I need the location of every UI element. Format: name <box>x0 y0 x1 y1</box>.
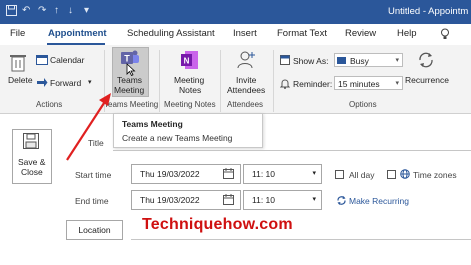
redo-icon[interactable]: ↷ <box>38 5 46 16</box>
lightbulb-icon[interactable] <box>440 28 450 43</box>
watermark: Techniquehow.com <box>142 216 293 233</box>
tab-insert[interactable]: Insert <box>233 28 257 39</box>
title-bar: ↶ ↷ ↑ ↓ ▾ Untitled - Appointm <box>0 0 471 24</box>
tooltip-description: Create a new Teams Meeting <box>122 133 233 143</box>
start-time-field[interactable]: 11: 10 ▾ <box>243 164 322 184</box>
make-recurring-icon <box>336 195 347 208</box>
start-time-label: Start time <box>75 170 112 180</box>
down-arrow-icon[interactable]: ↓ <box>68 5 73 16</box>
location-input[interactable] <box>131 239 471 240</box>
reminder-dropdown[interactable]: 15 minutes ▾ <box>334 76 403 90</box>
end-time-value: 11: 10 <box>252 195 276 205</box>
tab-appointment[interactable]: Appointment <box>48 28 107 39</box>
tab-scheduling-assistant[interactable]: Scheduling Assistant <box>127 28 215 39</box>
calendar-button[interactable]: Calendar <box>50 55 85 65</box>
group-label-attendees: Attendees <box>227 100 264 109</box>
tab-file[interactable]: File <box>10 28 25 39</box>
save-icon[interactable] <box>6 5 17 19</box>
annotation-arrow <box>66 93 111 161</box>
chevron-down-icon: ▾ <box>312 170 316 177</box>
delete-icon[interactable] <box>8 52 28 74</box>
forward-dropdown-icon[interactable]: ▾ <box>88 78 92 88</box>
start-date-value: Thu 19/03/2022 <box>140 169 200 179</box>
end-time-field[interactable]: 11: 10 ▾ <box>243 190 322 210</box>
group-label-actions: Actions <box>36 100 63 109</box>
teams-meeting-tooltip: Teams Meeting Create a new Teams Meeting <box>113 113 263 148</box>
svg-text:T: T <box>124 54 130 64</box>
save-close-label-1: Save & <box>18 157 46 167</box>
invite-attendees-label-1[interactable]: Invite <box>236 75 256 85</box>
start-time-value: 11: 10 <box>252 169 276 179</box>
calendar-picker-icon[interactable] <box>223 168 234 181</box>
group-label-meeting-notes: Meeting Notes <box>164 100 216 109</box>
save-close-label-2: Close <box>21 167 43 177</box>
teams-meeting-label-1: Teams <box>117 75 143 85</box>
forward-button[interactable]: Forward <box>50 78 81 88</box>
bell-icon <box>279 78 291 91</box>
tab-format-text[interactable]: Format Text <box>277 28 327 39</box>
calendar-picker-icon[interactable] <box>223 194 234 207</box>
recurrence-button[interactable]: Recurrence <box>405 75 449 85</box>
calendar-icon[interactable] <box>36 54 48 67</box>
up-arrow-icon[interactable]: ↑ <box>54 5 59 16</box>
chevron-down-icon: ▾ <box>312 196 316 203</box>
show-as-value: Busy <box>350 56 369 66</box>
invite-attendees-icon[interactable] <box>236 50 256 72</box>
window-title: Untitled - Appointm <box>388 6 469 17</box>
all-day-label: All day <box>349 170 375 180</box>
location-label: Location <box>78 225 111 235</box>
meeting-notes-label-2[interactable]: Notes <box>179 85 201 95</box>
show-as-dropdown[interactable]: Busy ▾ <box>334 53 403 67</box>
ribbon-separator <box>159 50 160 112</box>
reminder-label: Reminder: <box>293 79 333 89</box>
ribbon-separator <box>273 50 274 112</box>
chevron-down-icon: ▾ <box>395 57 399 64</box>
chevron-down-icon: ▾ <box>395 80 399 87</box>
location-button[interactable]: Location <box>66 220 123 240</box>
reminder-value: 15 minutes <box>338 79 380 89</box>
title-input[interactable] <box>113 150 471 151</box>
busy-color-swatch <box>337 57 346 64</box>
make-recurring-link[interactable]: Make Recurring <box>349 196 409 206</box>
forward-icon[interactable] <box>36 77 48 90</box>
globe-icon <box>400 169 410 181</box>
save-close-icon <box>23 133 39 151</box>
end-date-value: Thu 19/03/2022 <box>140 195 200 205</box>
meeting-notes-label-1[interactable]: Meeting <box>174 75 204 85</box>
show-as-icon <box>280 55 290 67</box>
recurrence-icon[interactable] <box>416 50 436 72</box>
group-label-options: Options <box>349 100 377 109</box>
undo-icon[interactable]: ↶ <box>22 5 30 16</box>
all-day-checkbox[interactable] <box>335 170 344 179</box>
invite-attendees-label-2[interactable]: Attendees <box>227 85 265 95</box>
show-as-label: Show As: <box>293 56 329 66</box>
delete-button[interactable]: Delete <box>8 75 33 85</box>
ribbon-separator <box>220 50 221 112</box>
onenote-icon[interactable]: N <box>181 50 199 72</box>
customize-icon[interactable]: ▾ <box>84 5 89 16</box>
tooltip-title: Teams Meeting <box>122 119 183 129</box>
tab-help[interactable]: Help <box>397 28 417 39</box>
svg-text:N: N <box>184 57 190 66</box>
tab-review[interactable]: Review <box>345 28 376 39</box>
time-zones-label: Time zones <box>413 170 457 180</box>
end-time-label: End time <box>75 196 109 206</box>
time-zones-checkbox[interactable] <box>387 170 396 179</box>
